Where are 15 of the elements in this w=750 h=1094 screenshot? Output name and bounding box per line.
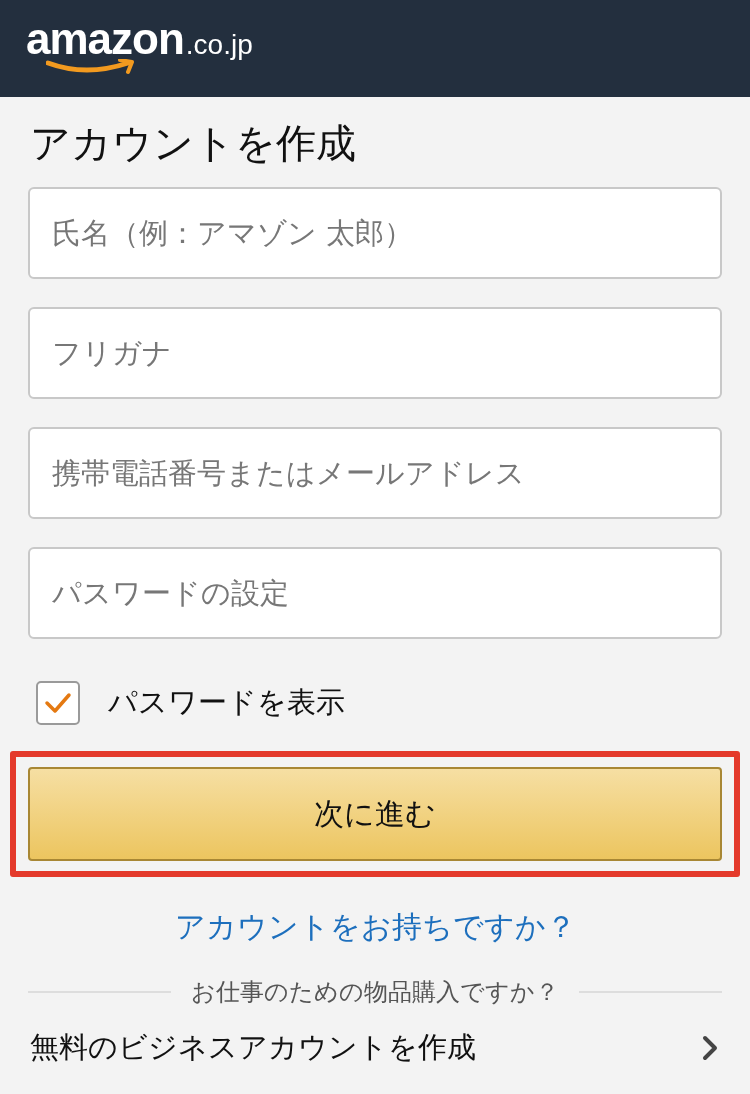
divider-text: お仕事のための物品購入ですか？	[191, 977, 559, 1008]
checkbox-label: パスワードを表示	[108, 684, 345, 721]
checkbox[interactable]	[36, 681, 80, 725]
input-field[interactable]: 携帯電話番号またはメールアドレス	[28, 427, 722, 519]
input-field[interactable]: パスワードの設定	[28, 547, 722, 639]
business-account-link[interactable]: 無料のビジネスアカウントを作成	[30, 1028, 476, 1068]
page-title: アカウントを作成	[30, 119, 357, 167]
chevron-right-icon	[702, 1035, 718, 1061]
sign-in-link[interactable]: アカウントをお持ちですか？	[174, 907, 576, 948]
continue-button[interactable]: 次に進む	[28, 767, 722, 861]
checkmark-icon	[44, 691, 72, 715]
input-field[interactable]: フリガナ	[28, 307, 722, 399]
logo-domain: .co.jp	[185, 30, 253, 59]
logo-text: amazon	[26, 16, 184, 61]
input-field[interactable]: 氏名（例：アマゾン 太郎）	[28, 187, 722, 279]
